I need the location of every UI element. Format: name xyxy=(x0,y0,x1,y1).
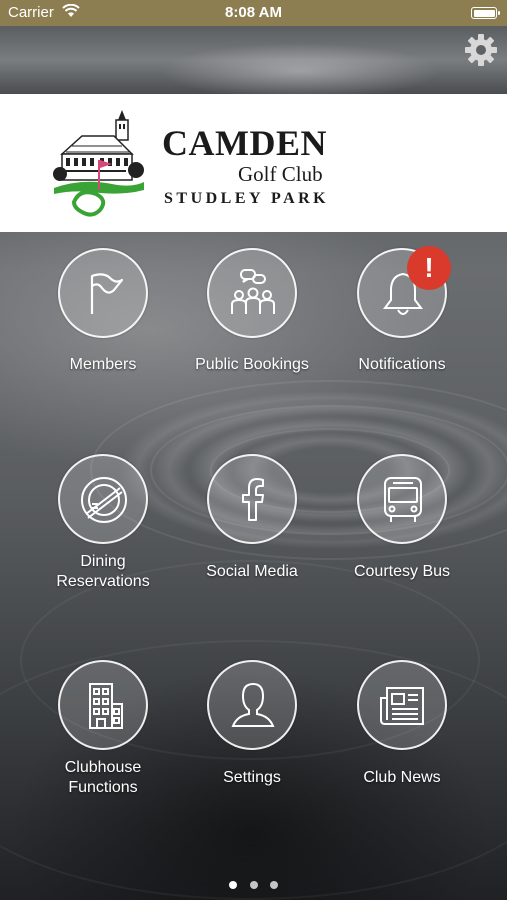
club-wordmark: CAMDEN Golf Club STUDLEY PARK xyxy=(162,123,362,207)
settings-button[interactable] xyxy=(207,660,297,750)
dining-reservations-button[interactable] xyxy=(58,454,148,544)
social-media-button[interactable] xyxy=(207,454,297,544)
notifications-label: Notifications xyxy=(358,356,446,373)
settings-label: Settings xyxy=(223,769,281,786)
club-news-label: Club News xyxy=(363,769,441,786)
courtesy-bus-button[interactable] xyxy=(357,454,447,544)
battery-icon xyxy=(471,7,500,19)
members-button[interactable] xyxy=(58,248,148,338)
page-indicator[interactable] xyxy=(0,876,507,894)
public-bookings-label: Public Bookings xyxy=(195,356,309,373)
clubhouse-logo-icon xyxy=(52,102,146,220)
clubhouse-label-line1: Clubhouse xyxy=(64,759,142,776)
club-subtitle: Golf Club xyxy=(238,162,323,186)
members-label: Members xyxy=(69,356,137,373)
clubhouse-functions-button[interactable] xyxy=(58,660,148,750)
gear-icon[interactable] xyxy=(463,32,499,68)
clock: 8:08 AM xyxy=(225,4,282,21)
building-icon xyxy=(89,683,123,729)
header-background xyxy=(0,26,507,94)
dining-label-line1: Dining xyxy=(80,553,126,570)
page-dot-3[interactable] xyxy=(269,881,278,889)
flag-icon xyxy=(90,273,124,314)
public-bookings-button[interactable] xyxy=(207,248,297,338)
page-dot-2[interactable] xyxy=(249,881,258,889)
dining-label-line2: Reservations xyxy=(56,573,150,590)
status-bar: Carrier 8:08 AM xyxy=(0,0,507,26)
dining-plate-icon xyxy=(81,477,127,523)
club-location: STUDLEY PARK xyxy=(164,190,330,207)
clubhouse-label-line2: Functions xyxy=(68,779,138,796)
bus-icon xyxy=(384,477,422,522)
courtesy-bus-label: Courtesy Bus xyxy=(353,563,451,580)
notification-badge: ! xyxy=(407,246,451,290)
group-chat-icon xyxy=(231,269,275,314)
club-header: CAMDEN Golf Club STUDLEY PARK xyxy=(0,94,507,232)
social-media-label: Social Media xyxy=(206,563,298,580)
page-dot-1[interactable] xyxy=(229,881,238,889)
person-icon xyxy=(231,682,275,727)
facebook-icon xyxy=(242,478,264,521)
club-news-button[interactable] xyxy=(357,660,447,750)
club-name: CAMDEN xyxy=(162,123,327,163)
newspaper-icon xyxy=(380,687,424,725)
